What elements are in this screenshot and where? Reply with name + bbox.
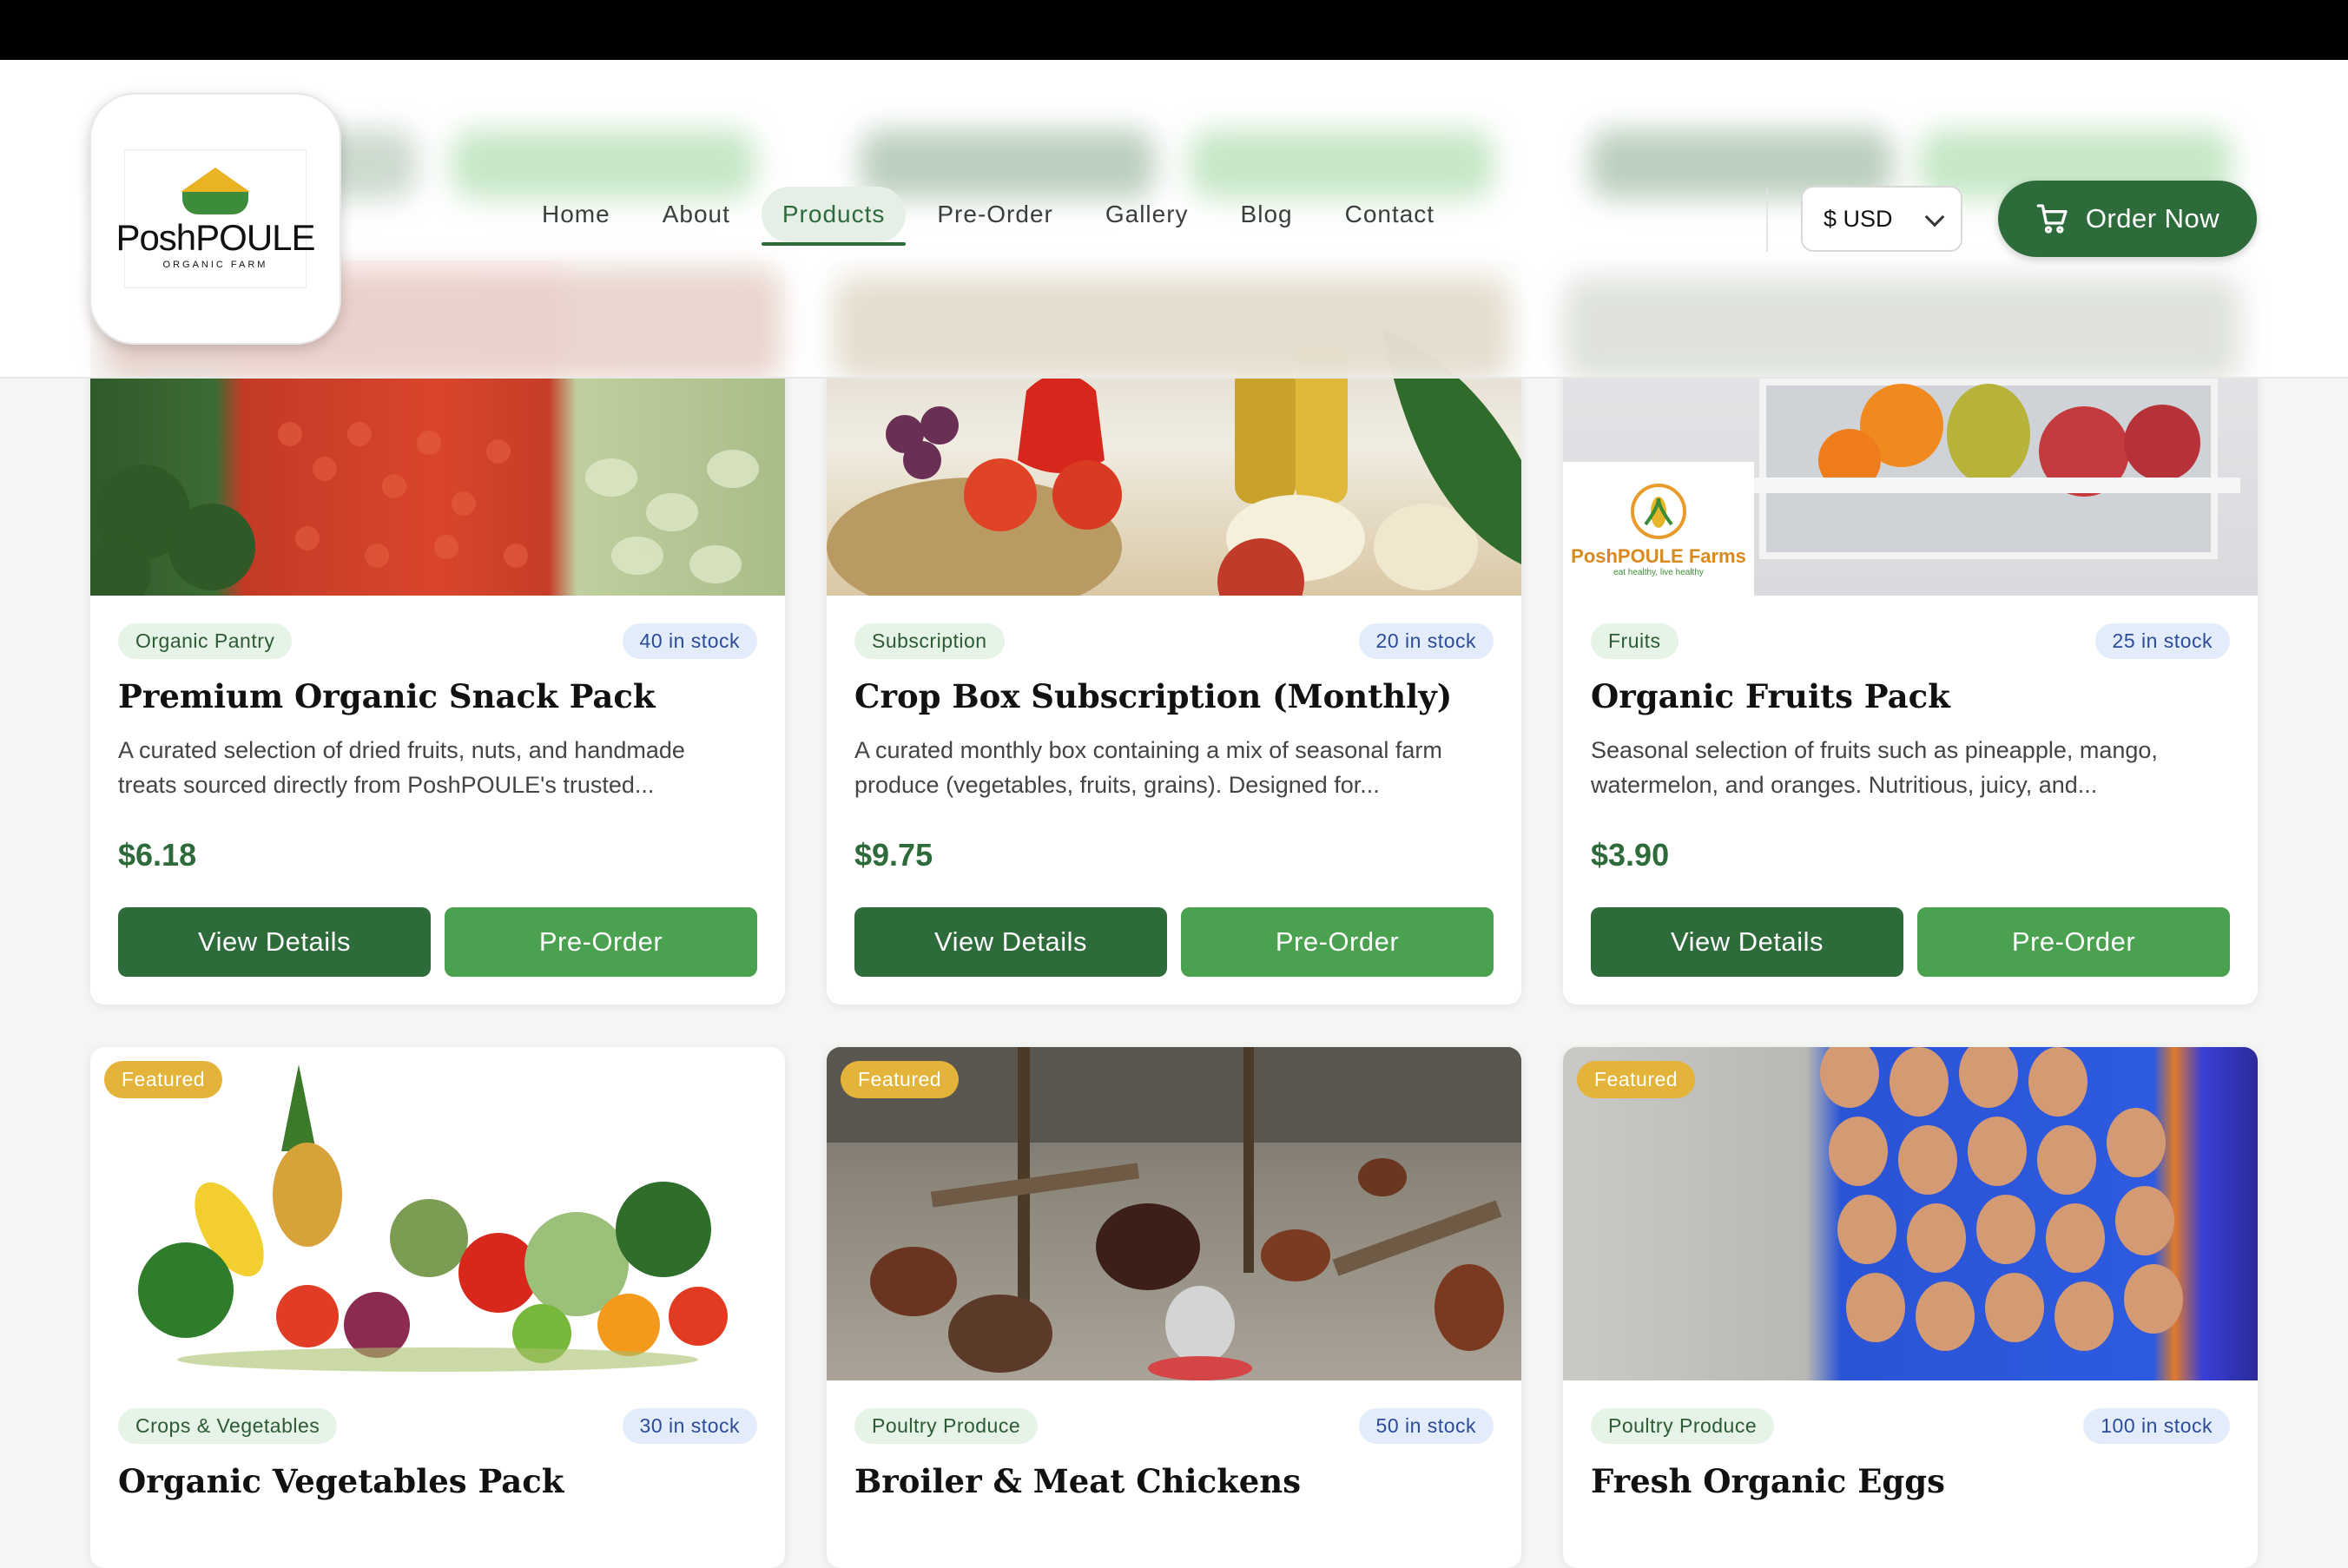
product-title[interactable]: Organic Fruits Pack [1591,677,1950,715]
stock-badge: 25 in stock [2094,623,2230,659]
description-line: A curated monthly box containing a mix o… [854,737,1442,763]
header-divider [1766,189,1768,252]
nav-home[interactable]: Home [521,187,631,242]
featured-badge: Featured [841,1061,960,1098]
category-badge: Subscription [854,623,1005,659]
farm-logo-overlay: PoshPOULE Farms eat healthy, live health… [1563,462,1754,596]
nav-pre-order[interactable]: Pre-Order [916,187,1073,242]
view-details-button[interactable]: View Details [118,907,431,977]
description-line: watermelon, and oranges. Nutritious, jui… [1591,772,2098,798]
category-badge: Fruits [1591,623,1679,659]
category-badge: Organic Pantry [118,623,293,659]
brand-name: PoshPOULE [115,217,315,258]
product-card: Featured Poultry Produce 50 in stock Bro… [827,1047,1521,1568]
product-image[interactable]: Featured [90,1047,785,1380]
stock-badge: 40 in stock [622,623,757,659]
site-logo[interactable]: PoshPOULE ORGANIC FARM [89,93,341,345]
nav-about[interactable]: About [642,187,751,242]
nav-gallery[interactable]: Gallery [1085,187,1210,242]
brand-tagline: ORGANIC FARM [162,260,268,270]
logo-mark: PoshPOULE ORGANIC FARM [115,149,316,288]
product-image[interactable]: Featured [1563,1047,2258,1380]
nav-contact[interactable]: Contact [1324,187,1456,242]
main-nav: Home About Products Pre-Order Gallery Bl… [521,187,1456,246]
category-badge: Crops & Vegetables [118,1408,338,1444]
product-price: $3.90 [1591,837,1670,873]
hen-icon [182,192,248,214]
featured-badge: Featured [1577,1061,1696,1098]
currency-select[interactable]: $ USD [1801,186,1962,252]
pre-order-button[interactable]: Pre-Order [1917,907,2230,977]
farm-logo-tagline: eat healthy, live healthy [1613,567,1704,577]
product-price: $6.18 [118,837,197,873]
currency-value: $ USD [1824,205,1893,232]
stock-badge: 50 in stock [1358,1408,1494,1444]
view-details-button[interactable]: View Details [854,907,1167,977]
stock-badge: 100 in stock [2083,1408,2230,1444]
description-line: A curated selection of dried fruits, nut… [118,737,685,763]
cart-icon [2036,204,2068,234]
nav-products[interactable]: Products [761,187,907,246]
order-now-button[interactable]: Order Now [1998,181,2257,257]
product-card: Featured Crops & Vegetables 30 in stock … [90,1047,785,1568]
category-badge: Poultry Produce [854,1408,1039,1444]
description-line: produce (vegetables, fruits, grains). De… [854,772,1380,798]
featured-badge: Featured [104,1061,223,1098]
description-line: Seasonal selection of fruits such as pin… [1591,737,2158,763]
product-description: A curated monthly box containing a mix o… [854,733,1497,802]
stock-badge: 30 in stock [622,1408,757,1444]
product-title[interactable]: Crop Box Subscription (Monthly) [854,677,1452,715]
category-badge: Poultry Produce [1591,1408,1775,1444]
stock-badge: 20 in stock [1358,623,1494,659]
chevron-down-icon [1924,207,1945,227]
pre-order-button[interactable]: Pre-Order [445,907,757,977]
order-now-label: Order Now [2085,203,2220,234]
browser-top-bar [0,0,2348,60]
product-price: $9.75 [854,837,933,873]
product-image[interactable]: Featured [827,1047,1521,1380]
product-title[interactable]: Premium Organic Snack Pack [118,677,656,715]
product-description: Seasonal selection of fruits such as pin… [1591,733,2233,802]
view-details-button[interactable]: View Details [1591,907,1903,977]
product-title[interactable]: Broiler & Meat Chickens [854,1462,1301,1500]
description-line: treats sourced directly from PoshPOULE's… [118,772,655,798]
product-card: Featured Poultry Produce 100 in stock Fr… [1563,1047,2258,1568]
nav-blog[interactable]: Blog [1220,187,1314,242]
corn-icon [1631,483,1686,539]
farm-logo-name: PoshPOULE Farms [1571,544,1746,567]
pre-order-button[interactable]: Pre-Order [1181,907,1494,977]
product-title[interactable]: Fresh Organic Eggs [1591,1462,1945,1500]
house-roof-icon [181,168,250,192]
product-title[interactable]: Organic Vegetables Pack [118,1462,564,1500]
product-description: A curated selection of dried fruits, nut… [118,733,761,802]
